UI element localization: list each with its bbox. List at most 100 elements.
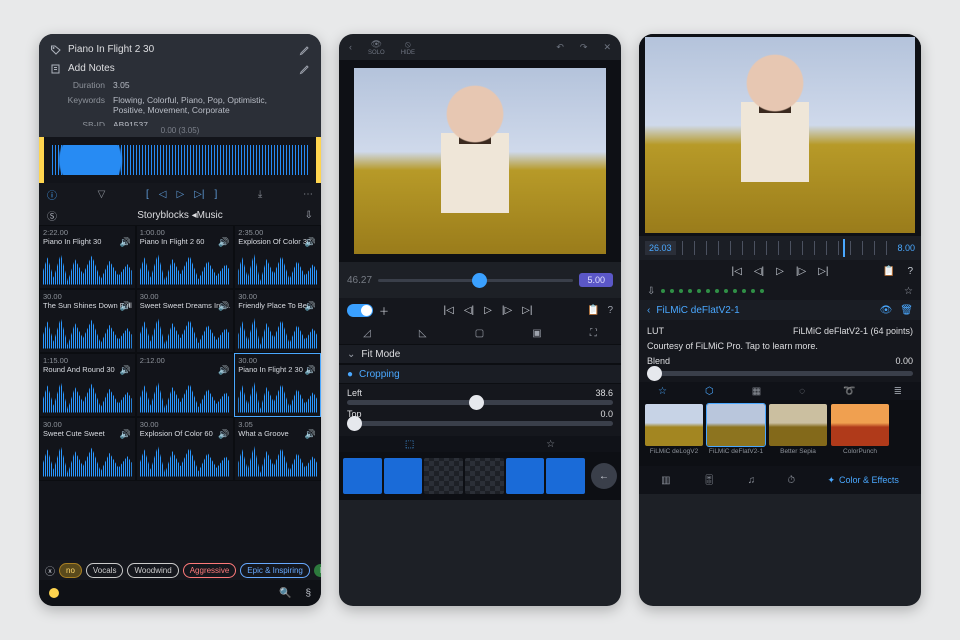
- trash-icon[interactable]: 🗑: [900, 305, 913, 316]
- chip[interactable]: Happy & Upl: [314, 564, 321, 577]
- search-icon[interactable]: 🔍: [279, 588, 291, 599]
- help-icon[interactable]: ?: [907, 266, 913, 277]
- record-indicator[interactable]: [49, 588, 59, 598]
- star-icon[interactable]: ☆: [904, 286, 913, 297]
- back-round-icon[interactable]: ←: [591, 463, 617, 489]
- slider-thumb[interactable]: [347, 416, 362, 431]
- frame-strip[interactable]: ←: [339, 452, 621, 500]
- play-icon[interactable]: ▷: [176, 189, 184, 200]
- track-title-row[interactable]: Piano In Flight 2 30: [47, 40, 313, 59]
- music-cell[interactable]: 2:22.00Piano In Flight 30🔊: [39, 225, 136, 289]
- close-icon[interactable]: ✕: [603, 42, 611, 53]
- music-grid[interactable]: 2:22.00Piano In Flight 30🔊 1:00.00Piano …: [39, 225, 321, 561]
- edit-notes-icon[interactable]: [299, 63, 311, 75]
- music-cell[interactable]: 30.00Sweet Sweet Dreams Ins...🔊: [136, 289, 234, 353]
- back-icon[interactable]: ‹: [349, 42, 352, 52]
- blend-slider[interactable]: [647, 371, 913, 376]
- star-icon[interactable]: ☆: [546, 439, 555, 450]
- skip-start-icon[interactable]: |◁: [444, 305, 454, 316]
- frame-thumb[interactable]: [546, 458, 585, 494]
- info-icon[interactable]: ⓘ: [47, 187, 57, 202]
- frame-thumb-empty[interactable]: [424, 458, 463, 494]
- source-icon[interactable]: §: [305, 588, 311, 599]
- chip[interactable]: Aggressive: [183, 563, 237, 578]
- speaker-icon[interactable]: 🔊: [305, 365, 316, 376]
- skip-start-icon[interactable]: |◁: [732, 266, 742, 277]
- skip-end-icon[interactable]: ▷|: [818, 266, 828, 277]
- waveform-strip[interactable]: [39, 137, 321, 183]
- expand-icon[interactable]: ⛶: [590, 328, 597, 339]
- speaker-icon[interactable]: 🔊: [218, 365, 229, 376]
- drop-icon[interactable]: ◌: [799, 386, 805, 397]
- lut-header[interactable]: ‹ FiLMiC deFlatV2-1 👁 🗑: [639, 300, 921, 320]
- import-icon[interactable]: ⇩: [305, 210, 313, 221]
- shield-icon[interactable]: ▽: [98, 189, 106, 200]
- chip[interactable]: no: [59, 563, 82, 578]
- music-cell[interactable]: 30.00Sweet Cute Sweet🔊: [39, 417, 136, 481]
- music-cell-selected[interactable]: 30.00Piano In Flight 2 30🔊: [234, 353, 321, 417]
- source-badge[interactable]: Ⓢ: [47, 208, 57, 223]
- flip-h-icon[interactable]: ◿: [363, 328, 371, 339]
- lut-thumb[interactable]: ColorPunch: [831, 404, 889, 455]
- speed-icon[interactable]: ⏱: [787, 475, 795, 486]
- clear-filter-icon[interactable]: ⓧ: [45, 563, 55, 578]
- layers-icon[interactable]: ≣: [894, 386, 902, 397]
- speaker-icon[interactable]: 🔊: [120, 429, 131, 440]
- favorites-icon[interactable]: ☆: [658, 386, 667, 397]
- clipboard-icon[interactable]: 📋: [883, 266, 895, 277]
- crop-tool-icon[interactable]: ⬚: [405, 439, 414, 450]
- bracket-left-icon[interactable]: [: [146, 189, 149, 200]
- prev-icon[interactable]: ◁: [159, 189, 167, 200]
- step-fwd-icon[interactable]: |▷: [796, 266, 806, 277]
- flip-v-icon[interactable]: ◺: [419, 328, 427, 339]
- speaker-icon[interactable]: 🔊: [120, 365, 131, 376]
- help-icon[interactable]: ?: [607, 305, 613, 316]
- speaker-icon[interactable]: 🔊: [305, 237, 316, 248]
- lut-thumb[interactable]: FiLMiC deLogV2: [645, 404, 703, 455]
- more-icon[interactable]: ⋯: [303, 189, 313, 200]
- add-notes-row[interactable]: Add Notes: [47, 59, 313, 78]
- speaker-icon[interactable]: 🔊: [120, 237, 131, 248]
- fit-mode-row[interactable]: ⌄ Fit Mode: [339, 344, 621, 364]
- speaker-icon[interactable]: 🔊: [305, 301, 316, 312]
- lut-thumb-selected[interactable]: FiLMiC deFlatV2-1: [707, 404, 765, 455]
- lut-thumb[interactable]: Better Sepia: [769, 404, 827, 455]
- loop-toggle[interactable]: [347, 304, 373, 317]
- bracket-right-icon[interactable]: ]: [214, 189, 217, 200]
- music-cell[interactable]: 30.00Explosion Of Color 60🔊: [136, 417, 234, 481]
- color-effects-button[interactable]: ✦Color & Effects: [827, 475, 898, 486]
- play-icon[interactable]: ▷: [776, 266, 784, 277]
- timeline-ruler[interactable]: 26.03 8.00: [639, 236, 921, 260]
- back-icon[interactable]: ‹: [647, 305, 650, 316]
- mixer-icon[interactable]: 🎚: [703, 475, 716, 486]
- cropping-row[interactable]: ● Cropping: [339, 364, 621, 384]
- eye-icon[interactable]: 👁: [368, 39, 385, 50]
- aspect-icon[interactable]: ▣: [532, 328, 541, 339]
- ruler-ticks[interactable]: [682, 241, 892, 255]
- library-icon[interactable]: ▥: [661, 475, 670, 486]
- skip-end-icon[interactable]: ▷|: [522, 305, 532, 316]
- keyframe-dots[interactable]: [661, 289, 898, 293]
- spiral-icon[interactable]: ➰: [843, 386, 855, 397]
- undo-icon[interactable]: ↶: [556, 42, 564, 53]
- speaker-icon[interactable]: 🔊: [120, 301, 131, 312]
- speaker-icon[interactable]: 🔊: [305, 429, 316, 440]
- music-cell[interactable]: 3.05What a Groove🔊: [234, 417, 321, 481]
- chip[interactable]: Vocals: [86, 563, 124, 578]
- download-icon[interactable]: ⤓: [258, 189, 262, 200]
- slider-thumb[interactable]: [469, 395, 484, 410]
- speaker-icon[interactable]: 🔊: [218, 429, 229, 440]
- speaker-icon[interactable]: 🔊: [218, 301, 229, 312]
- music-cell[interactable]: 1:15.00Round And Round 30🔊: [39, 353, 136, 417]
- slider-thumb[interactable]: [647, 366, 662, 381]
- music-cell[interactable]: 2:12.00🔊: [136, 353, 234, 417]
- clipboard-icon[interactable]: 📋: [587, 305, 599, 316]
- time-right[interactable]: 5.00: [579, 273, 613, 287]
- speaker-icon[interactable]: 🔊: [218, 237, 229, 248]
- music-cell[interactable]: 2:35.00Explosion Of Color 30🔊: [234, 225, 321, 289]
- add-icon[interactable]: ＋: [379, 303, 389, 318]
- cube-icon[interactable]: ⬡: [705, 386, 714, 397]
- music-cell[interactable]: 30.00Friendly Place To Be🔊: [234, 289, 321, 353]
- chip[interactable]: Epic & Inspiring: [240, 563, 310, 578]
- video-preview[interactable]: [639, 34, 921, 236]
